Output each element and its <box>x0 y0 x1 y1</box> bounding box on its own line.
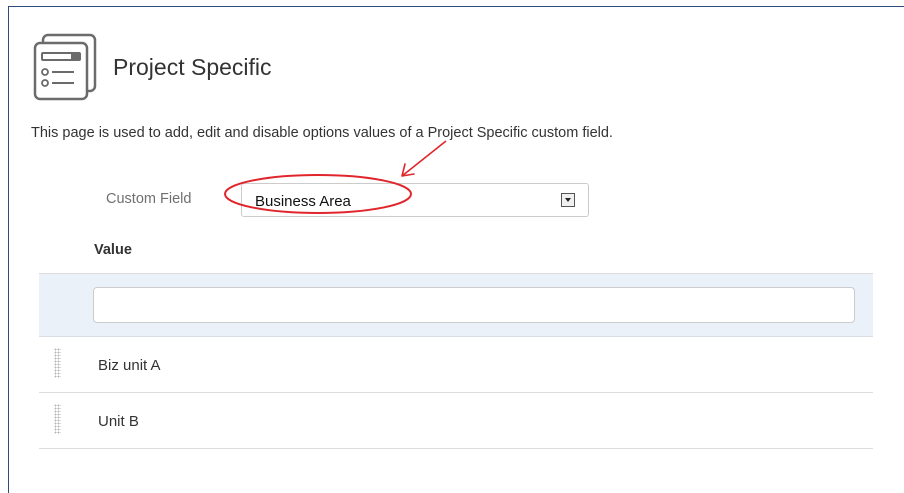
page-title: Project Specific <box>113 54 272 80</box>
drag-handle-icon[interactable] <box>54 404 61 434</box>
table-row: Biz unit A <box>39 337 873 393</box>
add-value-row <box>39 274 873 337</box>
option-value: Biz unit A <box>98 357 161 374</box>
custom-field-selected-value: Business Area <box>255 193 351 210</box>
page-description: This page is used to add, edit and disab… <box>31 125 613 141</box>
value-column-header: Value <box>94 242 132 258</box>
table-row: Unit B <box>39 393 873 449</box>
page-frame: Project Specific This page is used to ad… <box>8 6 904 493</box>
custom-field-select[interactable]: Business Area <box>241 183 589 217</box>
option-value: Unit B <box>98 413 139 430</box>
new-value-input[interactable] <box>93 287 855 323</box>
custom-field-options-icon <box>33 33 97 101</box>
custom-field-label: Custom Field <box>106 191 192 207</box>
drag-handle-icon[interactable] <box>54 348 61 378</box>
chevron-down-icon[interactable] <box>561 193 575 207</box>
